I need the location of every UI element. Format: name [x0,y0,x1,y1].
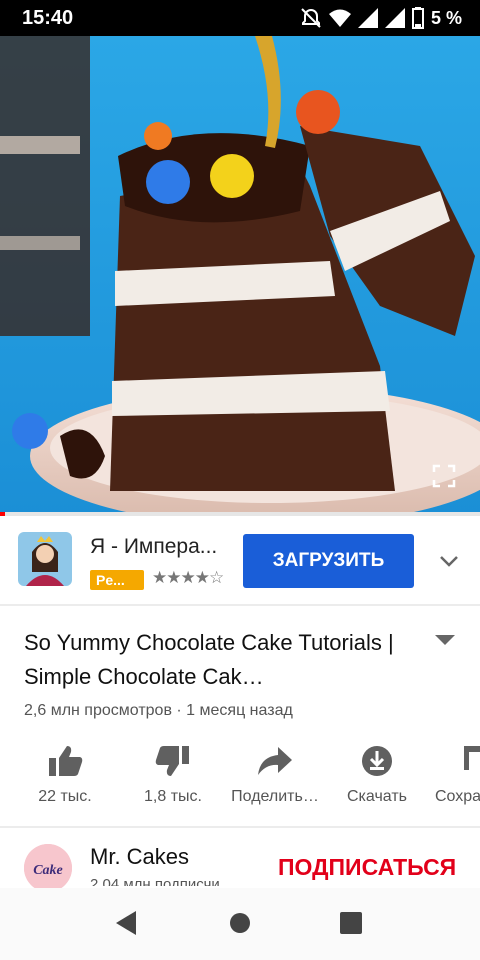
thumbs-down-icon [118,738,228,784]
expand-description-icon[interactable] [434,632,456,653]
video-meta: 2,6 млн просмотров · 1 месяц назад [24,702,293,720]
dislike-count: 1,8 тыс. [144,788,202,805]
home-icon[interactable] [229,912,251,939]
signal-icon [357,8,378,28]
back-icon[interactable] [114,910,138,941]
video-player[interactable] [0,36,480,514]
ad-app-icon[interactable] [18,532,72,586]
channel-name[interactable]: Mr. Cakes [90,844,189,870]
battery-percent: 5 % [430,7,462,28]
status-bar: 15:40 5 % [0,0,480,36]
download-label: Скачать [347,788,407,805]
wifi-icon [328,8,351,28]
status-time: 15:40 [22,6,74,29]
divider [0,604,480,606]
system-nav-bar [0,888,480,960]
download-button[interactable]: Скачать [322,738,432,806]
share-label: Поделить… [231,788,319,805]
recents-icon[interactable] [340,912,362,939]
like-button[interactable]: 22 тыс. [10,738,120,806]
status-icons: 5 % [300,7,462,29]
video-actions: 22 тыс. 1,8 тыс. Поделить… Скачать Сохра [0,738,480,818]
subscribe-button[interactable]: ПОДПИСАТЬСЯ [278,854,456,881]
alarm-off-icon [300,7,322,29]
download-icon [322,738,432,784]
video-title[interactable]: So Yummy Chocolate Cake Tutorials | Simp… [24,626,424,694]
channel-avatar-text: Cake [33,863,63,878]
save-button[interactable]: Сохра [424,738,480,806]
ad-banner[interactable]: Я - Импера... Pe... ★★★★☆ ЗАГРУЗИТЬ [0,516,480,606]
ad-install-button[interactable]: ЗАГРУЗИТЬ [243,534,414,588]
save-label: Сохра [435,788,480,805]
share-button[interactable]: Поделить… [220,738,330,806]
channel-subscribers: 2,04 млн подписчи [90,876,220,886]
share-icon [220,738,330,784]
ad-tag: Pe... [90,570,144,590]
channel-avatar[interactable]: Cake [24,844,72,892]
like-count: 22 тыс. [38,788,92,805]
meta-separator: · [171,702,187,719]
dislike-button[interactable]: 1,8 тыс. [118,738,228,806]
video-views: 2,6 млн просмотров [24,702,172,719]
fullscreen-icon[interactable] [432,464,456,493]
chevron-down-icon[interactable] [438,550,460,577]
ad-title: Я - Импера... [90,535,218,558]
ad-rating-stars: ★★★★☆ [152,568,224,587]
thumbs-up-icon [10,738,120,784]
video-age: 1 месяц назад [186,702,293,719]
save-icon [424,738,480,784]
channel-row: Cake Mr. Cakes 2,04 млн подписчи ПОДПИСА… [0,828,480,892]
battery-icon [411,7,424,29]
video-frame-cake [0,36,480,514]
signal-icon [384,8,405,28]
